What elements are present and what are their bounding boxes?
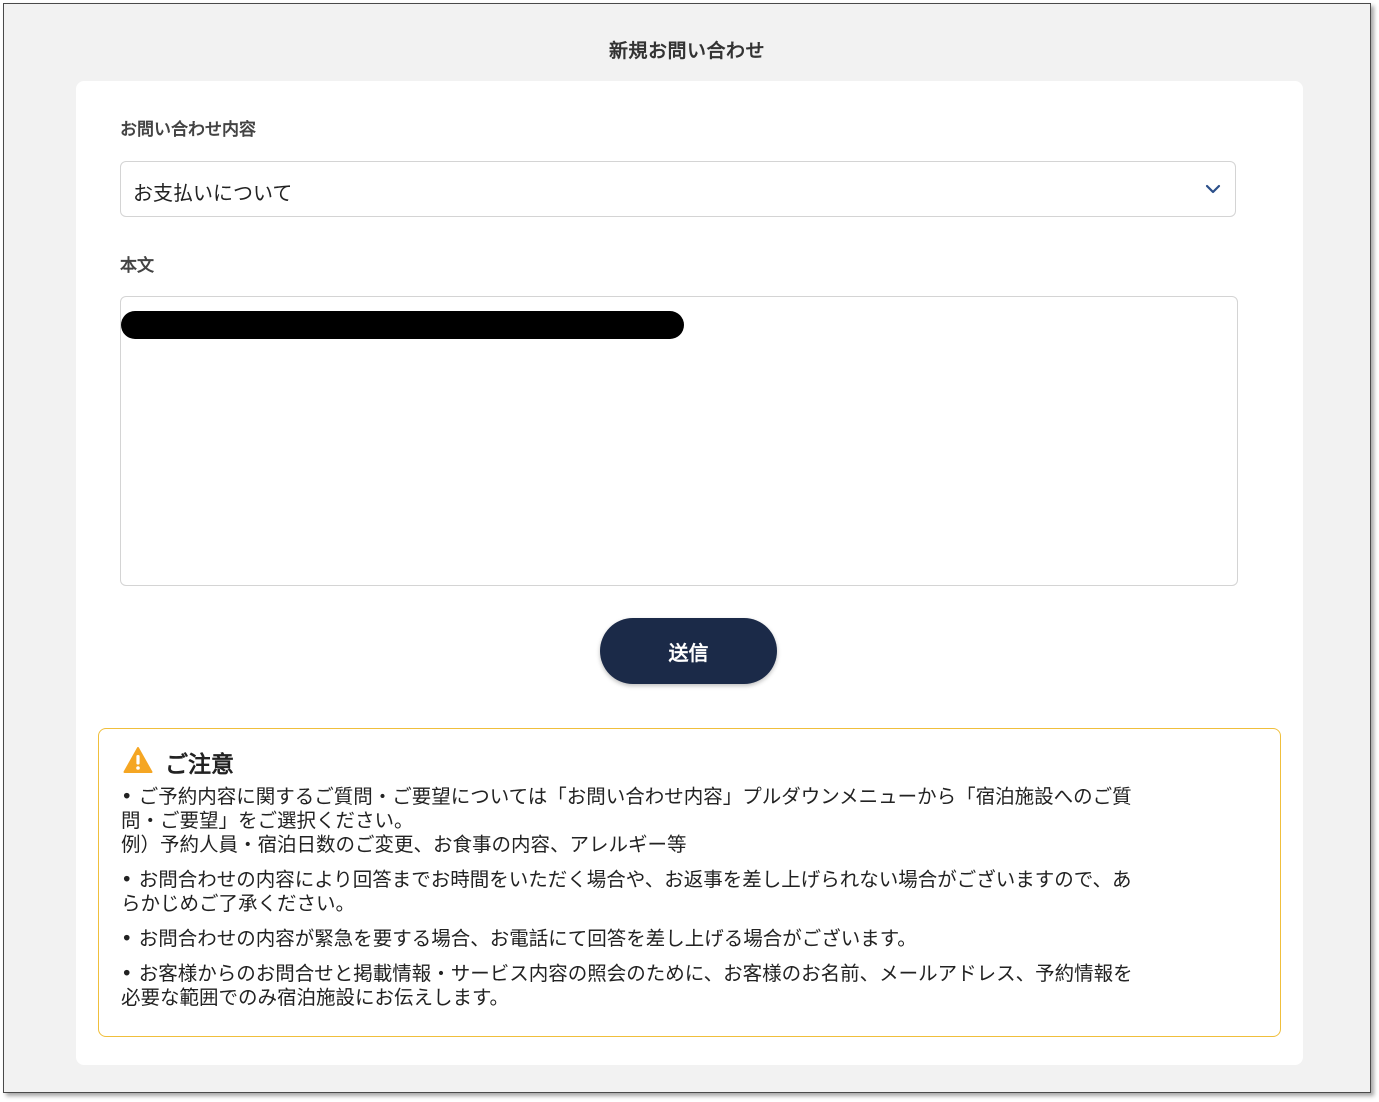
inquiry-form-card: お問い合わせ内容 お支払いについて 本文 送信 ご注意 • ご予約内容に関するご… (76, 81, 1303, 1065)
category-label: お問い合わせ内容 (120, 120, 256, 140)
notice-box: ご注意 • ご予約内容に関するご質問・ご要望については「お問い合わせ内容」プルダ… (98, 728, 1281, 1037)
category-select[interactable]: お支払いについて (120, 161, 1236, 217)
body-label: 本文 (120, 256, 154, 276)
notice-item: • ご予約内容に関するご質問・ご要望については「お問い合わせ内容」プルダウンメニ… (121, 785, 1132, 856)
submit-button[interactable]: 送信 (600, 618, 777, 684)
app-window: 新規お問い合わせ お問い合わせ内容 お支払いについて 本文 送信 ご注意 • ご… (3, 3, 1371, 1093)
notice-list: • ご予約内容に関するご質問・ご要望については「お問い合わせ内容」プルダウンメニ… (121, 785, 1261, 1021)
redacted-text (121, 311, 684, 339)
category-select-value: お支払いについて (133, 181, 293, 205)
notice-item: • お問合わせの内容により回答までお時間をいただく場合や、お返事を差し上げられな… (121, 868, 1132, 915)
notice-title: ご注意 (165, 752, 234, 778)
notice-item: • お問合わせの内容が緊急を要する場合、お電話にて回答を差し上げる場合がございま… (121, 927, 917, 950)
chevron-down-icon (1205, 184, 1221, 194)
body-textarea[interactable] (120, 296, 1238, 586)
notice-header: ご注意 (123, 743, 234, 778)
notice-item: • お客様からのお問合せと掲載情報・サービス内容の照会のために、お客様のお名前、… (121, 962, 1133, 1009)
warning-icon (123, 747, 153, 773)
page-title: 新規お問い合わせ (608, 40, 765, 62)
